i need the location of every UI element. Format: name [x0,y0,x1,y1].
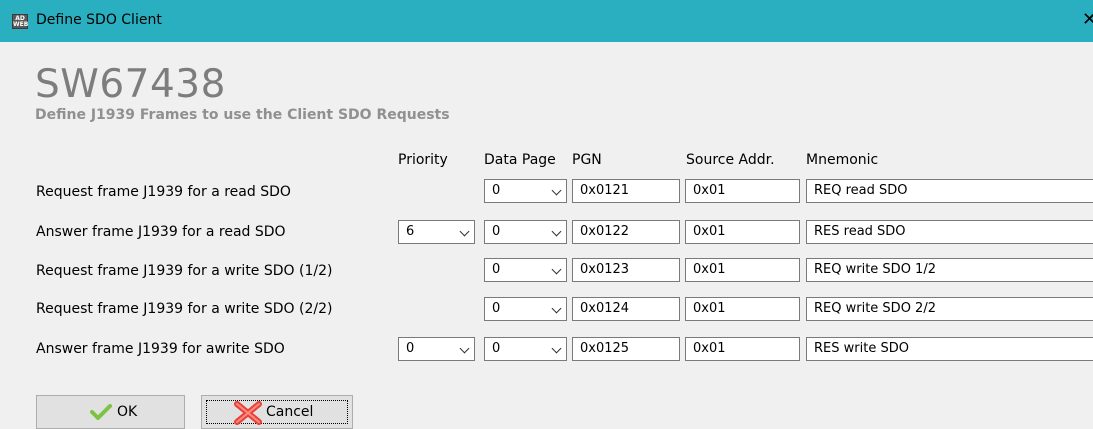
column-header-priority: Priority [398,152,448,168]
row-label: Request frame J1939 for a write SDO (2/2… [36,301,333,317]
data-page-select[interactable]: 0 [484,220,567,244]
row-label: Answer frame J1939 for a read SDO [36,224,286,240]
cancel-label: Cancel [266,404,314,420]
column-header-pgn: PGN [572,152,602,168]
mnemonic-field[interactable]: REQ write SDO 2/2 [806,297,1093,321]
pgn-field[interactable]: 0x0124 [572,297,680,321]
priority-value: 0 [406,341,415,356]
pgn-field[interactable]: 0x0125 [572,337,680,361]
cancel-button[interactable]: Cancel [201,395,353,429]
data-page-select[interactable]: 0 [484,297,567,321]
column-header-mnemonic: Mnemonic [806,152,879,168]
priority-select[interactable]: 6 [398,220,475,244]
row-label: Answer frame J1939 for awrite SDO [36,341,285,357]
pgn-field[interactable]: 0x0122 [572,220,680,244]
app-icon: AD WEB [12,14,29,29]
chevron-down-icon [551,303,562,314]
pgn-field[interactable]: 0x0121 [572,179,680,203]
source-addr-field[interactable]: 0x01 [685,179,800,203]
data-page-value: 0 [492,341,501,356]
column-header-data-page: Data Page [484,152,556,168]
mnemonic-field[interactable]: REQ write SDO 1/2 [806,258,1093,282]
mnemonic-field[interactable]: RES write SDO [806,337,1093,361]
source-addr-field[interactable]: 0x01 [685,220,800,244]
data-page-value: 0 [492,224,501,239]
mnemonic-field[interactable]: RES read SDO [806,220,1093,244]
data-page-value: 0 [492,183,501,198]
page-title: SW67438 [35,62,226,107]
chevron-down-icon [459,226,470,237]
check-icon [90,404,112,420]
data-page-select[interactable]: 0 [484,337,567,361]
column-header-source-addr: Source Addr. [686,152,775,168]
priority-select[interactable]: 0 [398,337,475,361]
source-addr-field[interactable]: 0x01 [685,258,800,282]
source-addr-field[interactable]: 0x01 [685,337,800,361]
ok-button[interactable]: OK [36,395,185,429]
data-page-value: 0 [492,262,501,277]
window-title: Define SDO Client [36,12,162,28]
chevron-down-icon [551,185,562,196]
row-label: Request frame J1939 for a read SDO [36,184,291,200]
chevron-down-icon [551,264,562,275]
data-page-select[interactable]: 0 [484,258,567,282]
row-label: Request frame J1939 for a write SDO (1/2… [36,263,333,279]
pgn-field[interactable]: 0x0123 [572,258,680,282]
page-subtitle: Define J1939 Frames to use the Client SD… [35,107,450,123]
x-icon [234,401,262,425]
data-page-value: 0 [492,301,501,316]
source-addr-field[interactable]: 0x01 [685,297,800,321]
chevron-down-icon [551,343,562,354]
close-icon[interactable]: ✕ [1082,9,1093,30]
chevron-down-icon [551,226,562,237]
chevron-down-icon [459,343,470,354]
ok-label: OK [117,404,138,420]
data-page-select[interactable]: 0 [484,179,567,203]
priority-value: 6 [406,224,415,239]
title-bar[interactable]: AD WEB Define SDO Client ✕ [0,0,1093,42]
mnemonic-field[interactable]: REQ read SDO [806,179,1093,203]
